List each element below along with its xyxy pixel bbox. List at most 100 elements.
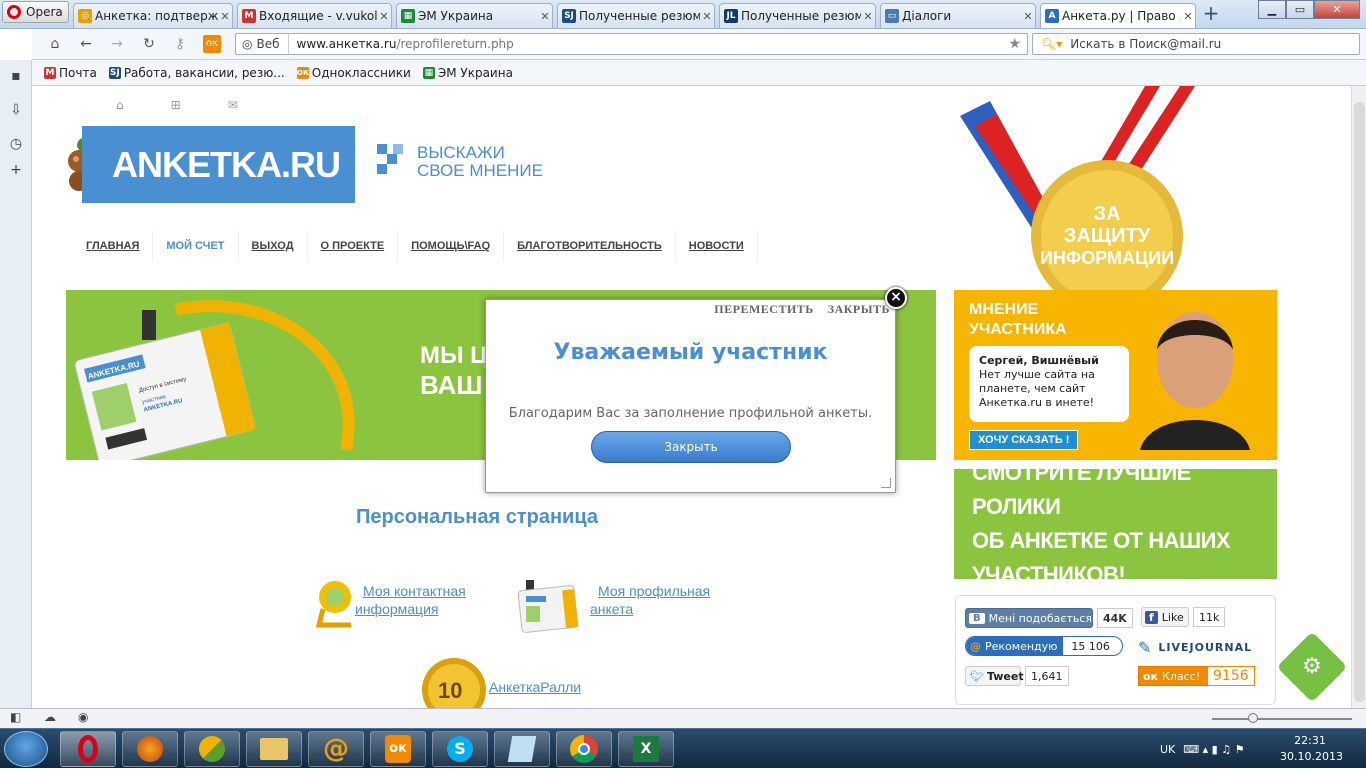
menu-item[interactable]: НОВОСТИ [676, 231, 758, 261]
browser-tab[interactable]: SJ Полученные резюме ✕ [557, 3, 715, 28]
taskbar-chrome[interactable] [556, 731, 612, 767]
taskbar-odnoklassniki[interactable]: ок [370, 731, 426, 767]
profile-form-link[interactable]: Моя профильная анкета [590, 582, 710, 618]
odnoklassniki-icon[interactable]: ок [203, 35, 221, 53]
rally-link[interactable]: АнкеткаРалли [489, 678, 581, 696]
taskbar-explorer[interactable] [246, 731, 302, 767]
cloud-icon[interactable]: ☁ [44, 710, 56, 724]
menu-item[interactable]: ВЫХОД [239, 231, 308, 261]
zoom-slider[interactable] [1212, 718, 1352, 720]
back-icon[interactable]: ← [77, 35, 95, 53]
browser-tab[interactable]: ▦ ЭМ Украина ✕ [396, 3, 553, 28]
vertical-scrollbar[interactable] [1351, 86, 1366, 708]
new-tab-button[interactable]: + [1200, 3, 1222, 25]
settings-fab[interactable]: ⚙ [1276, 631, 1348, 703]
sitemap-icon[interactable]: ⊞ [171, 98, 181, 112]
reload-icon[interactable]: ↻ [140, 35, 158, 53]
bookmark-item[interactable]: ▦ ЭМ Украина [422, 66, 513, 80]
zoom-knob[interactable] [1248, 713, 1258, 723]
close-link[interactable]: ЗАКРЫТЬ [828, 302, 890, 317]
speed-dial-icon[interactable]: ◉ [78, 710, 88, 724]
taskbar-notes[interactable] [494, 731, 550, 767]
menu-item[interactable]: О ПРОЕКТЕ [308, 231, 399, 261]
banner-text-2: ВАШ [420, 370, 483, 400]
videos-banner[interactable]: СМОТРИТЕ ЛУЧШИЕ РОЛИКИ ОБ АНКЕТКЕ ОТ НАШ… [954, 460, 1277, 587]
menu-item[interactable]: МОЙ СЧЕТ [153, 231, 239, 261]
downloads-icon[interactable]: ⇩ [8, 102, 24, 118]
search-engine-icon[interactable]: 🔍︎▾ [1041, 37, 1062, 51]
opinion-title-2: УЧАСТНИКА [969, 321, 1067, 338]
scrollbar-thumb[interactable] [1354, 102, 1365, 702]
menu-item[interactable]: БЛАГОТВОРИТЕЛЬНОСТЬ [504, 231, 676, 261]
tab-close-icon[interactable]: ✕ [377, 10, 391, 23]
resize-grip[interactable] [881, 478, 891, 488]
taskbar-excel[interactable]: X [618, 731, 674, 767]
clock[interactable]: 22:31 30.10.2013 [1280, 733, 1343, 765]
move-link[interactable]: ПЕРЕМЕСТИТЬ [714, 302, 813, 317]
medal-text-3: ИНФОРМАЦИИ [1040, 248, 1174, 268]
bookmark-item[interactable]: SJ Работа, вакансии, резю... [108, 66, 285, 80]
menu-item[interactable]: ГЛАВНАЯ [73, 231, 154, 261]
opera-menu-button[interactable]: Opera [2, 1, 69, 23]
mail-recommend-button[interactable]: @ Рекомендую 15 106 [965, 636, 1123, 656]
search-field[interactable]: 🔍︎▾ Искать в Поиск@mail.ru [1032, 33, 1360, 55]
rally-medal-icon[interactable]: 10 [420, 656, 488, 708]
tab-title: Анкета.ру | Право ... [1062, 9, 1181, 23]
dialog-close-button[interactable]: Закрыть [591, 431, 791, 463]
videos-line-1: СМОТРИТЕ ЛУЧШИЕ РОЛИКИ [972, 460, 1191, 519]
taskbar-app3[interactable] [184, 731, 240, 767]
tab-close-icon[interactable]: ✕ [538, 10, 552, 23]
taskbar-opera[interactable] [60, 731, 116, 767]
add-panel-icon[interactable]: + [8, 162, 24, 178]
opera-logo-icon [7, 5, 21, 19]
bookmark-item[interactable]: ок Одноклассники [296, 66, 411, 80]
excel-icon: X [633, 736, 659, 762]
menu-item[interactable]: ПОМОЩЬ\FAQ [398, 231, 505, 261]
browser-tab[interactable]: ▭ Діалоги ✕ [880, 3, 1036, 28]
site-logo[interactable]: АNKETKA.RU [82, 126, 355, 203]
livejournal-button[interactable]: ✎ LIVEJOURNAL [1138, 638, 1252, 657]
language-indicator[interactable]: UK [1160, 743, 1175, 756]
contact-info-link[interactable]: Моя контактная информация [355, 582, 466, 618]
tab-close-icon[interactable]: ✕ [700, 10, 714, 23]
browser-tab[interactable]: JL Полученные резюме ✕ [719, 3, 876, 28]
panel-toggle-icon[interactable]: ◧ [10, 710, 21, 724]
address-bar[interactable]: ◎ Веб www.анкетка.ru/reprofilereturn.php … [235, 33, 1028, 55]
taskbar-skype[interactable]: S [432, 731, 488, 767]
taskbar-mailru-agent[interactable]: @ [308, 731, 364, 767]
fb-like-button[interactable]: f Like [1141, 607, 1189, 627]
vk-like-button[interactable]: В Мені подобається [965, 608, 1093, 628]
folder-icon [260, 738, 288, 760]
browser-tab[interactable]: M Входящие - v.vukol... ✕ [237, 3, 392, 28]
key-icon[interactable]: ⚷ [171, 35, 189, 53]
tab-bar: Opera ◎Анкетка: подтвержд...✕MВходящие -… [0, 0, 1366, 29]
browser-tab[interactable]: А Анкета.ру | Право ... ✕ [1040, 3, 1196, 28]
contact-info-icon[interactable] [313, 579, 358, 629]
star-icon[interactable]: ★ [1008, 36, 1021, 52]
want-say-button[interactable]: ХОЧУ СКАЗАТЬ ! [969, 430, 1079, 450]
maximize-button[interactable]: ▭ [1286, 0, 1314, 19]
profile-card-icon[interactable] [518, 576, 583, 636]
tab-close-icon[interactable]: ✕ [1181, 10, 1195, 23]
minimize-button[interactable]: ▁ [1258, 0, 1286, 19]
ok-class-button[interactable]: ок Класс! [1138, 666, 1208, 686]
forward-icon[interactable]: → [108, 35, 126, 53]
browser-tab[interactable]: ◎Анкетка: подтвержд...✕ [73, 3, 233, 28]
close-window-button[interactable]: ✕ [1314, 0, 1360, 19]
history-icon[interactable]: ◷ [8, 136, 24, 152]
home-icon[interactable]: ⌂ [46, 35, 64, 53]
tweet-button[interactable]: 🐦︎ Tweet [965, 666, 1024, 686]
tab-close-icon[interactable]: ✕ [861, 10, 875, 23]
taskbar-firefox[interactable] [122, 731, 178, 767]
start-button[interactable] [4, 731, 48, 767]
notes-icon[interactable]: ▪ [8, 68, 24, 84]
tab-close-icon[interactable]: ✕ [218, 10, 232, 23]
bookmark-item[interactable]: M Почта [44, 66, 97, 80]
close-icon[interactable]: × [885, 287, 907, 309]
mail-icon[interactable]: ✉ [228, 98, 238, 112]
clock-time: 22:31 [1294, 734, 1326, 747]
tab-close-icon[interactable]: ✕ [1021, 10, 1035, 23]
tray-icons[interactable]: ⌨ ▴ ▮ ♫ ⚑ [1183, 743, 1244, 756]
tab-title: Полученные резюме [741, 9, 861, 23]
home-small-icon[interactable]: ⌂ [116, 98, 124, 112]
